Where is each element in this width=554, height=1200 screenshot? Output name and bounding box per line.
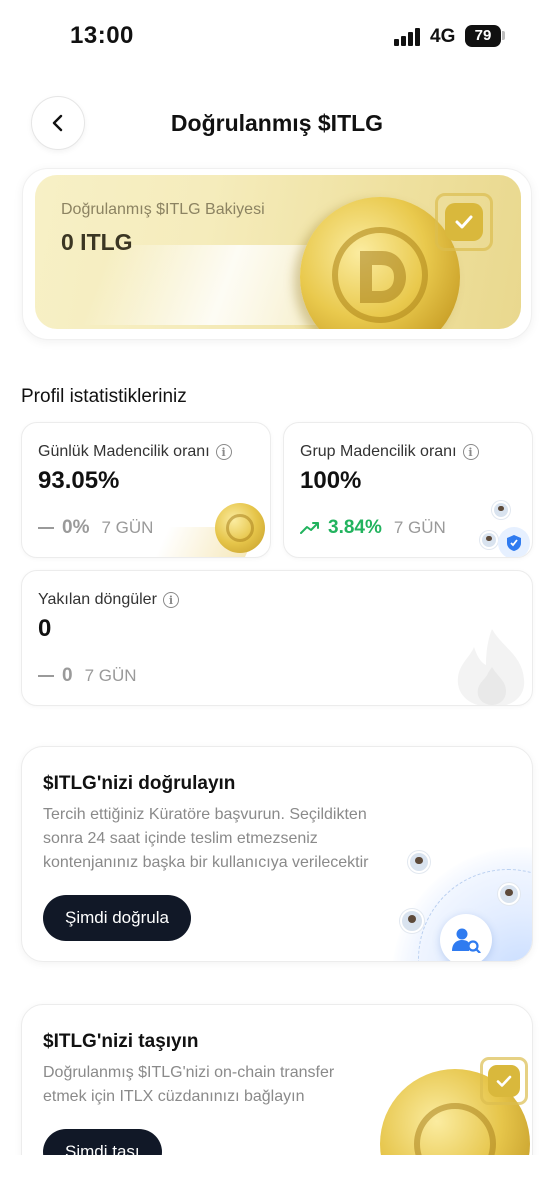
verify-now-button[interactable]: Şimdi doğrula (43, 895, 191, 941)
network-label: 4G (430, 26, 456, 47)
verify-card: $ITLG'nizi doğrulayın Tercih ettiğiniz K… (21, 746, 533, 962)
page: 13:00 4G 79 Doğrulanmış $ITLG Doğrulanmı… (0, 0, 554, 1200)
group-change-value: 3.84% (328, 517, 382, 538)
balance-label: Doğrulanmış $ITLG Bakiyesi (61, 201, 265, 218)
burned-label-row: Yakılan döngüler i (38, 591, 179, 609)
avatar (480, 531, 498, 549)
avatar (498, 883, 520, 905)
group-label-row: Grup Madencilik oranı i (300, 443, 479, 461)
status-time: 13:00 (70, 22, 134, 49)
group-value: 100% (300, 467, 362, 494)
flame-icon (457, 629, 525, 705)
avatar (400, 909, 424, 933)
daily-change: 0% 7 GÜN (38, 517, 153, 539)
daily-label: Günlük Madencilik oranı (38, 443, 210, 460)
burned-period: 7 GÜN (84, 666, 137, 685)
group-label: Grup Madencilik oranı (300, 443, 457, 460)
bottom-fade (0, 1155, 554, 1200)
check-badge-icon (488, 1065, 520, 1097)
info-icon[interactable]: i (215, 444, 232, 460)
page-title: Doğrulanmış $ITLG (170, 110, 384, 136)
avatar (492, 501, 510, 519)
battery-tip (502, 31, 505, 40)
signal-icon (394, 28, 422, 46)
burned-cycles-card[interactable]: Yakılan döngüler i 0 0 7 GÜN (21, 570, 533, 706)
avatar (408, 851, 430, 873)
move-title: $ITLG'nizi taşıyın (43, 1031, 199, 1052)
verify-description: Tercih ettiğiniz Küratöre başvurun. Seçi… (43, 806, 369, 871)
balance-banner: Doğrulanmış $ITLG Bakiyesi 0 ITLG (35, 175, 521, 329)
burned-value: 0 (38, 615, 52, 642)
move-description: Doğrulanmış $ITLG'nizi on-chain transfer… (43, 1064, 335, 1105)
daily-value: 93.05% (38, 467, 120, 494)
trend-up-icon (300, 522, 319, 534)
group-period: 7 GÜN (393, 518, 446, 537)
info-icon[interactable]: i (162, 592, 179, 608)
shield-icon (498, 527, 530, 557)
daily-change-value: 0% (62, 517, 90, 538)
group-mining-card[interactable]: Grup Madencilik oranı i 100% 3.84% 7 GÜN (283, 422, 533, 558)
itlg-coin-icon (215, 503, 265, 553)
search-user-icon (440, 914, 492, 961)
battery-icon: 79 (465, 25, 501, 47)
verify-title: $ITLG'nizi doğrulayın (43, 773, 236, 794)
neutral-dash-icon (38, 527, 54, 529)
balance-card: Doğrulanmış $ITLG Bakiyesi 0 ITLG (22, 168, 532, 340)
daily-mining-card[interactable]: Günlük Madencilik oranı i 93.05% 0% 7 GÜ… (21, 422, 271, 558)
balance-value: 0 ITLG (61, 229, 133, 255)
status-bar: 13:00 4G 79 (0, 0, 554, 74)
burned-label: Yakılan döngüler (38, 591, 157, 608)
info-icon[interactable]: i (462, 444, 479, 460)
burned-change-value: 0 (62, 665, 73, 686)
burned-change: 0 7 GÜN (38, 665, 137, 687)
daily-period: 7 GÜN (101, 518, 154, 537)
daily-label-row: Günlük Madencilik oranı i (38, 443, 232, 461)
section-title: Profil istatistikleriniz (21, 386, 187, 407)
neutral-dash-icon (38, 675, 54, 677)
group-change: 3.84% 7 GÜN (300, 517, 446, 539)
check-badge-icon (445, 203, 483, 241)
